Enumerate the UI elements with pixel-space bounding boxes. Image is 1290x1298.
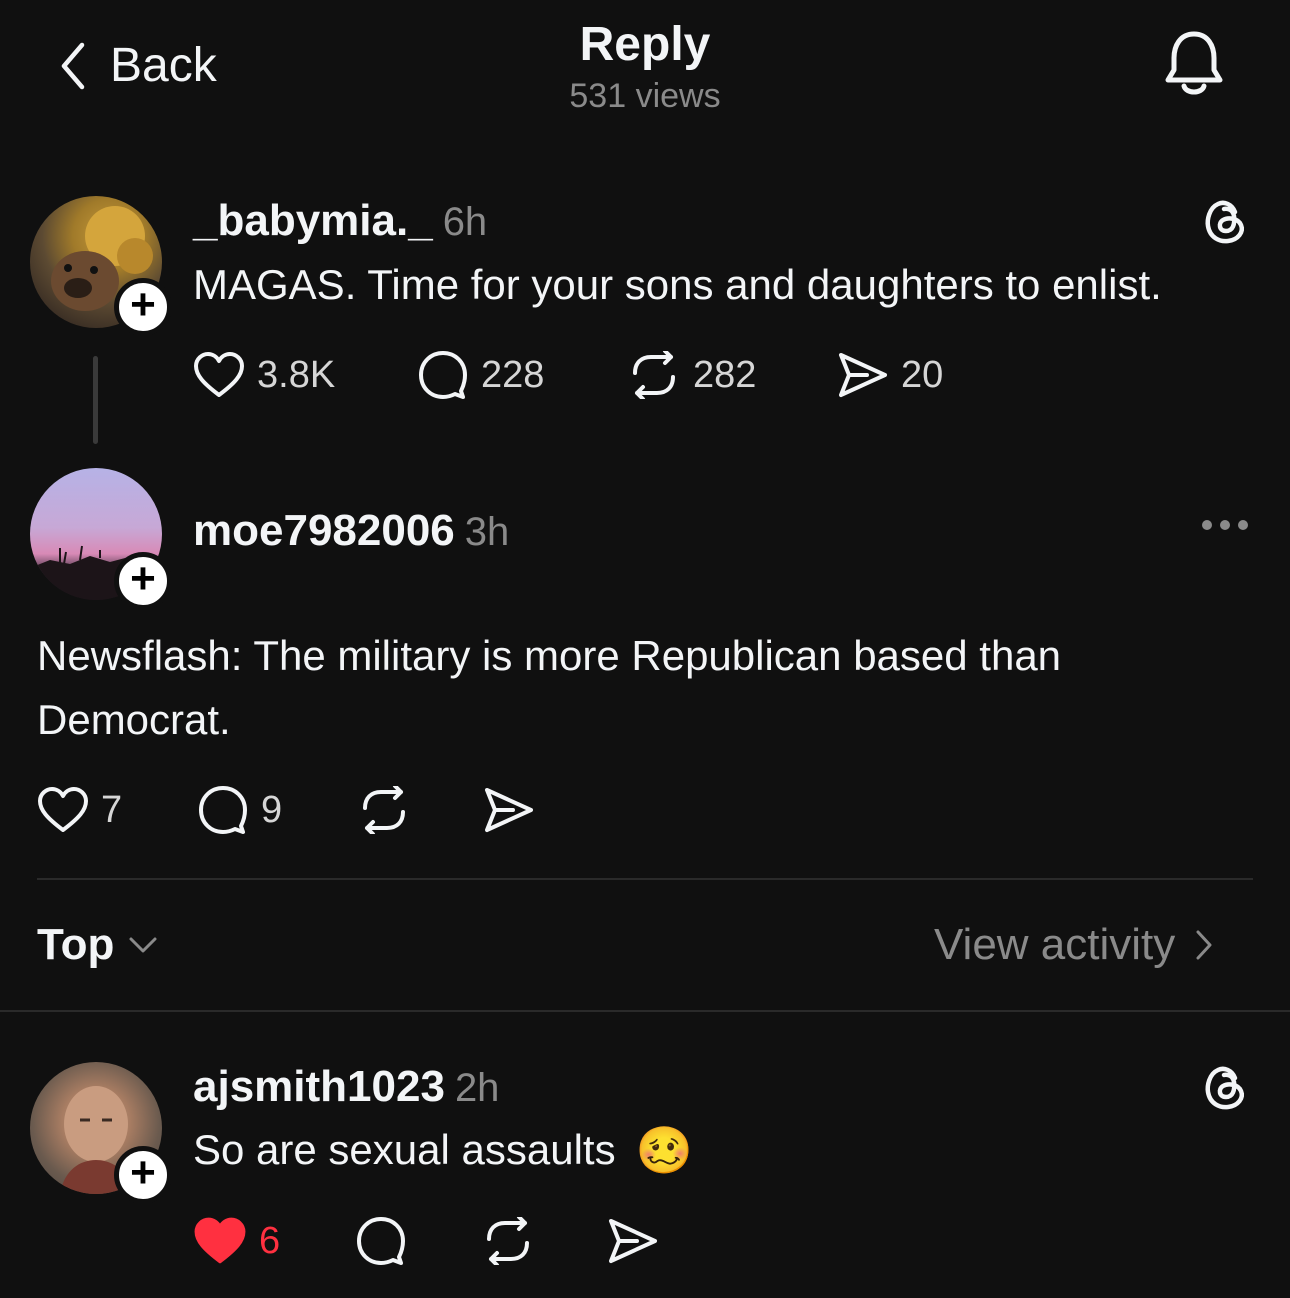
reply-text-line-2: Democrat. — [37, 696, 231, 743]
like-count: 7 — [101, 788, 123, 831]
post-text: MAGAS. Time for your sons and daughters … — [193, 261, 1162, 308]
repost-button[interactable] — [481, 1217, 607, 1265]
sort-dropdown[interactable]: Top — [37, 920, 158, 970]
share-count: 20 — [901, 353, 944, 396]
comment-username[interactable]: ajsmith1023 — [193, 1062, 445, 1112]
reply-actions: 7 9 — [37, 785, 535, 835]
heart-icon — [37, 786, 89, 834]
like-count: 6 — [259, 1219, 281, 1262]
threads-logo-icon[interactable] — [1200, 196, 1250, 246]
thread-line — [93, 356, 98, 444]
view-activity-label: View activity — [934, 920, 1176, 969]
repost-button[interactable]: 282 — [627, 351, 837, 399]
repost-icon — [357, 786, 411, 834]
comment-actions: 6 — [193, 1216, 659, 1266]
comment-icon — [417, 350, 469, 400]
share-button[interactable] — [483, 786, 535, 834]
post-actions: 3.8K 228 282 20 — [193, 350, 943, 400]
comment-icon — [355, 1216, 407, 1266]
comment-time: 2h — [454, 1066, 500, 1110]
comment-text-row: So are sexual assaults 🥴 — [193, 1118, 693, 1182]
heart-icon — [193, 351, 245, 399]
threads-logo-icon[interactable] — [1200, 1062, 1250, 1112]
chevron-right-icon — [1195, 929, 1213, 961]
comment-button[interactable]: 9 — [197, 785, 357, 835]
header-title-block: Reply 531 views — [0, 16, 1290, 118]
post-username[interactable]: _babymia._ — [193, 196, 433, 246]
comment-button[interactable] — [355, 1216, 481, 1266]
comment-button[interactable]: 228 — [417, 350, 627, 400]
follow-button[interactable]: + — [114, 1146, 172, 1204]
comment-header: ajsmith1023 2h — [193, 1062, 499, 1112]
comment-count: 9 — [261, 788, 283, 831]
divider — [0, 1010, 1290, 1012]
more-options-icon[interactable] — [1202, 520, 1248, 530]
page-title: Reply — [579, 18, 711, 71]
view-count: 531 views — [569, 77, 721, 115]
reply-username[interactable]: moe7982006 — [193, 506, 455, 556]
woozy-face-emoji: 🥴 — [635, 1124, 693, 1176]
reply-header: moe7982006 3h — [193, 506, 509, 556]
send-icon — [483, 786, 535, 834]
share-button[interactable]: 20 — [837, 351, 943, 399]
chevron-down-icon — [128, 936, 158, 954]
heart-filled-icon — [193, 1216, 247, 1266]
share-button[interactable] — [607, 1217, 659, 1265]
plus-icon: + — [130, 554, 156, 603]
plus-icon: + — [130, 1148, 156, 1197]
reply-time: 3h — [464, 510, 510, 554]
comment-icon — [197, 785, 249, 835]
comment-count: 228 — [481, 353, 545, 396]
sort-label: Top — [37, 920, 115, 969]
post-time: 6h — [442, 200, 488, 244]
repost-count: 282 — [693, 353, 757, 396]
repost-icon — [627, 351, 681, 399]
repost-button[interactable] — [357, 786, 483, 834]
like-button[interactable]: 6 — [193, 1216, 355, 1266]
send-icon — [837, 351, 889, 399]
send-icon — [607, 1217, 659, 1265]
bell-icon[interactable] — [1162, 28, 1226, 100]
like-count: 3.8K — [257, 353, 336, 396]
reply-text-line-1: Newsflash: The military is more Republic… — [37, 632, 1062, 679]
repost-icon — [481, 1217, 535, 1265]
plus-icon: + — [130, 280, 156, 329]
follow-button[interactable]: + — [114, 552, 172, 610]
post-header: _babymia._ 6h — [193, 196, 487, 246]
comment-text: So are sexual assaults — [193, 1126, 616, 1173]
view-activity-link[interactable]: View activity — [934, 920, 1213, 970]
like-button[interactable]: 7 — [37, 786, 197, 834]
like-button[interactable]: 3.8K — [193, 351, 417, 399]
follow-button[interactable]: + — [114, 278, 172, 336]
divider — [37, 878, 1253, 880]
